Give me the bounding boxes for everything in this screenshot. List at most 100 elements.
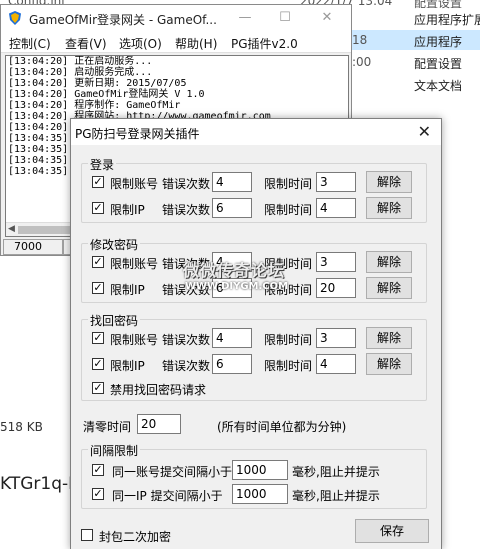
interval-account-row: ✓ 同一账号提交间隔小于 1000 毫秒,阻止并提示	[82, 460, 428, 480]
group-change-password-title: 修改密码	[88, 236, 141, 253]
login-ip-release-button[interactable]: 解除	[366, 197, 412, 219]
chgpwd-ip-label: 限制IP	[110, 283, 145, 297]
chgpwd-ip-release-button[interactable]: 解除	[366, 277, 412, 299]
recover-ip-release-button[interactable]: 解除	[366, 353, 412, 375]
menu-pg-plugin[interactable]: PG插件v2.0	[231, 35, 298, 52]
login-account-label: 限制账号	[110, 177, 159, 191]
disable-recover-row: ✓ 禁用找回密码请求	[82, 378, 428, 398]
chgpwd-ip-row: ✓ 限制IP 错误次数 6 限制时间 20 解除	[82, 277, 428, 299]
menu-help[interactable]: 帮助(H)	[175, 35, 217, 52]
clear-time-label: 清零时间	[83, 420, 132, 434]
packet-encrypt-row: 封包二次加密	[71, 525, 271, 545]
bg-file-type: 应用程序扩展	[414, 13, 480, 27]
chgpwd-ip-err-input[interactable]: 6	[212, 278, 252, 298]
recover-ip-label: 限制IP	[110, 359, 145, 373]
login-ip-checkbox[interactable]: ✓	[92, 202, 104, 214]
err-count-label: 错误次数	[162, 333, 211, 347]
err-count-label: 错误次数	[162, 283, 211, 297]
bg-file-size: 518 KB	[0, 420, 43, 434]
chgpwd-ip-time-input[interactable]: 20	[316, 278, 356, 298]
dialog-close-icon[interactable]: ✕	[418, 122, 431, 141]
interval-account-suffix: 毫秒,阻止并提示	[292, 465, 380, 479]
recover-ip-err-input[interactable]: 6	[212, 354, 252, 374]
interval-account-checkbox[interactable]: ✓	[92, 464, 104, 476]
dialog-title: PG防扫号登录网关插件	[75, 127, 200, 141]
err-count-label: 错误次数	[162, 177, 211, 191]
menu-options[interactable]: 选项(O)	[119, 35, 162, 52]
limit-time-label: 限制时间	[264, 203, 313, 217]
bg-file-date-fragment: 18	[352, 33, 368, 47]
login-account-checkbox[interactable]: ✓	[92, 176, 104, 188]
group-change-password: 修改密码 ✓ 限制账号 错误次数 4 限制时间 3 解除 ✓ 限制IP 错误次数…	[81, 236, 428, 303]
bg-file-date-fragment: :00	[352, 55, 372, 69]
pg-plugin-dialog: PG防扫号登录网关插件 ✕ 登录 ✓ 限制账号 错误次数 4 限制时间 3 解除…	[70, 118, 442, 549]
interval-ip-checkbox[interactable]: ✓	[92, 488, 104, 500]
bg-filename-fragment: KTGr1q-N	[0, 474, 81, 494]
recover-account-release-button[interactable]: 解除	[366, 327, 412, 349]
chgpwd-account-release-button[interactable]: 解除	[366, 251, 412, 273]
limit-time-label: 限制时间	[264, 283, 313, 297]
main-menubar: 控制(C) 查看(V) 选项(O) 帮助(H) PG插件v2.0	[1, 31, 351, 53]
log-line: [13:04:20] 正在启动服务...	[8, 56, 153, 67]
maximize-icon[interactable]: ☐	[265, 5, 305, 31]
close-icon[interactable]: ✕	[307, 5, 347, 31]
chgpwd-account-row: ✓ 限制账号 错误次数 4 限制时间 3 解除	[82, 251, 428, 273]
limit-time-label: 限制时间	[264, 177, 313, 191]
disable-recover-label: 禁用找回密码请求	[110, 383, 207, 397]
err-count-label: 错误次数	[162, 257, 211, 271]
chgpwd-ip-checkbox[interactable]: ✓	[92, 282, 104, 294]
clear-time-input[interactable]: 20	[137, 414, 181, 434]
login-account-err-input[interactable]: 4	[212, 172, 252, 192]
recover-account-err-input[interactable]: 4	[212, 328, 252, 348]
interval-ip-input[interactable]: 1000	[232, 484, 288, 504]
group-recover-password-title: 找回密码	[88, 312, 141, 329]
chgpwd-account-label: 限制账号	[110, 257, 159, 271]
group-interval-title: 间隔限制	[88, 442, 141, 459]
recover-ip-checkbox[interactable]: ✓	[92, 358, 104, 370]
err-count-label: 错误次数	[162, 203, 211, 217]
limit-time-label: 限制时间	[264, 359, 313, 373]
group-login-title: 登录	[88, 156, 117, 173]
limit-time-label: 限制时间	[264, 257, 313, 271]
log-line: [13:04:20] 启动服务完成...	[8, 67, 153, 78]
packet-encrypt-checkbox[interactable]	[81, 529, 93, 541]
chgpwd-account-checkbox[interactable]: ✓	[92, 256, 104, 268]
login-ip-err-input[interactable]: 6	[212, 198, 252, 218]
login-ip-time-input[interactable]: 4	[316, 198, 356, 218]
main-titlebar[interactable]: GameOfMir登录网关 - GameOf... — ☐ ✕	[1, 5, 351, 31]
group-login: 登录 ✓ 限制账号 错误次数 4 限制时间 3 解除 ✓ 限制IP 错误次数 6…	[81, 156, 428, 223]
log-line: [13:04:20] 程序制作: GameOfMir	[8, 100, 181, 111]
group-interval-limit: 间隔限制 ✓ 同一账号提交间隔小于 1000 毫秒,阻止并提示 ✓ 同一IP 提…	[81, 442, 428, 509]
recover-account-row: ✓ 限制账号 错误次数 4 限制时间 3 解除	[82, 327, 428, 349]
dialog-titlebar[interactable]: PG防扫号登录网关插件 ✕	[71, 119, 441, 145]
interval-ip-row: ✓ 同一IP 提交间隔小于 1000 毫秒,阻止并提示	[82, 484, 428, 504]
interval-ip-label: 同一IP 提交间隔小于	[112, 489, 223, 503]
minimize-icon[interactable]: —	[225, 5, 265, 31]
bg-file-type: 应用程序	[414, 35, 463, 49]
recover-account-time-input[interactable]: 3	[316, 328, 356, 348]
disable-recover-checkbox[interactable]: ✓	[92, 382, 104, 394]
login-account-release-button[interactable]: 解除	[366, 171, 412, 193]
recover-account-checkbox[interactable]: ✓	[92, 332, 104, 344]
recover-ip-row: ✓ 限制IP 错误次数 6 限制时间 4 解除	[82, 353, 428, 375]
bg-file-type: 配置设置	[414, 57, 463, 71]
packet-encrypt-label: 封包二次加密	[99, 530, 172, 544]
chgpwd-account-time-input[interactable]: 3	[316, 252, 356, 272]
menu-view[interactable]: 查看(V)	[65, 35, 107, 52]
login-account-time-input[interactable]: 3	[316, 172, 356, 192]
recover-ip-time-input[interactable]: 4	[316, 354, 356, 374]
login-account-row: ✓ 限制账号 错误次数 4 限制时间 3 解除	[82, 171, 428, 193]
scroll-left-arrow-icon[interactable]: ◀	[8, 224, 15, 234]
log-line: [13:04:20] 更新日期: 2015/07/05	[8, 78, 187, 89]
log-line: [13:04:20] GameOfMir登陆网关 V 1.0	[8, 89, 205, 100]
login-ip-row: ✓ 限制IP 错误次数 6 限制时间 4 解除	[82, 197, 428, 219]
recover-account-label: 限制账号	[110, 333, 159, 347]
interval-account-label: 同一账号提交间隔小于	[112, 465, 233, 479]
login-ip-label: 限制IP	[110, 203, 145, 217]
save-button[interactable]: 保存	[355, 519, 429, 543]
interval-account-input[interactable]: 1000	[232, 460, 288, 480]
status-port: 7000	[3, 239, 63, 255]
group-recover-password: 找回密码 ✓ 限制账号 错误次数 4 限制时间 3 解除 ✓ 限制IP 错误次数…	[81, 312, 428, 401]
chgpwd-account-err-input[interactable]: 4	[212, 252, 252, 272]
menu-control[interactable]: 控制(C)	[9, 35, 51, 52]
